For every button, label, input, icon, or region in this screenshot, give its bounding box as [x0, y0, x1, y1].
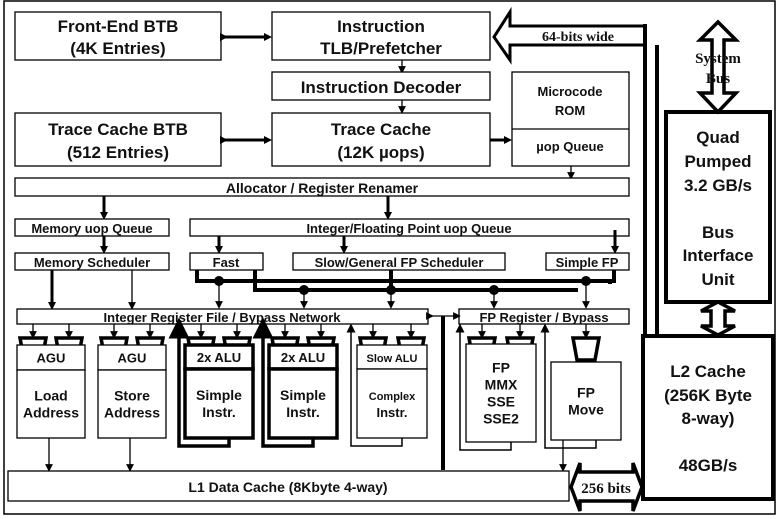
front-end-btb: Front-End BTB (4K Entries): [14, 11, 222, 61]
dispatch-bus: [195, 270, 616, 309]
biu-line3: 3.2 GB/s: [684, 176, 752, 195]
fetch-bus-label: 64-bits wide: [542, 30, 614, 45]
l2-line2: (256K Byte: [664, 386, 752, 405]
instruction-tlb-prefetcher: Instruction TLB/Prefetcher: [271, 11, 491, 61]
decoder-label: Instruction Decoder: [301, 78, 462, 97]
unit-bottom-label: Address: [23, 405, 79, 421]
integer-register-file: Integer Register File / Bypass Network: [16, 308, 429, 325]
unit-bottom-label: MMX: [485, 377, 518, 393]
trace-cache-line1: Trace Cache: [331, 120, 431, 139]
unit-bottom-label: SSE2: [483, 411, 519, 427]
trace-cache-line2: (12K µops): [337, 143, 424, 162]
l2-line1: L2 Cache: [670, 362, 746, 381]
execution-units: AGULoadAddressAGUStoreAddress2x ALUSimpl…: [16, 317, 622, 472]
trace-cache-btb: Trace Cache BTB (512 Entries): [14, 112, 222, 167]
l2-l1-bus-arrow: 256 bits: [569, 462, 644, 512]
unit-bottom-label: Address: [104, 405, 160, 421]
unit-bottom-label: Instr.: [202, 404, 235, 420]
trace-cache: Trace Cache (12K µops): [271, 112, 491, 167]
memory-scheduler: Memory Scheduler: [14, 252, 170, 271]
fetch-bus-arrow: 64-bits wide: [492, 6, 647, 65]
memory-uop-queue: Memory uop Queue: [14, 218, 170, 237]
execution-unit: AGU StoreAddress: [97, 324, 167, 472]
biu-line5: Bus: [702, 223, 734, 242]
unit-bottom-label: Instr.: [376, 405, 407, 420]
system-bus-line2: Bus: [706, 71, 730, 87]
int-fp-uop-queue-label: Integer/Floating Point uop Queue: [306, 221, 511, 236]
slow-general-fp-scheduler: Slow/General FP Scheduler: [292, 252, 506, 271]
execution-unit: 2x ALU SimpleInstr.: [168, 317, 255, 448]
front-end-btb-line1: Front-End BTB: [58, 17, 179, 36]
l2-line5: 48GB/s: [679, 456, 738, 475]
system-bus-arrow: System Bus: [695, 19, 741, 115]
tlb-line2: TLB/Prefetcher: [320, 39, 442, 58]
execution-unit: FPMMXSSESSE2: [455, 323, 537, 451]
tc-btb-line2: (512 Entries): [67, 143, 169, 162]
unit-bottom-label: Instr.: [286, 404, 319, 420]
tc-btb-line1: Trace Cache BTB: [48, 120, 188, 139]
system-bus-line1: System: [695, 51, 741, 67]
l1-cache-label: L1 Data Cache (8Kbyte 4-way): [188, 479, 387, 495]
execution-unit: FPMove: [540, 323, 622, 472]
memory-uop-queue-label: Memory uop Queue: [31, 221, 152, 236]
fast-scheduler-label: Fast: [213, 255, 240, 270]
issue-port: [570, 336, 602, 362]
fp-register-file: FP Register / Bypass: [458, 308, 630, 325]
unit-top-label: AGU: [37, 351, 66, 366]
microcode-line1: Microcode: [537, 84, 602, 99]
unit-top-label: 2x ALU: [281, 350, 325, 365]
uop-queue-label: µop Queue: [536, 139, 603, 154]
simple-fp-label: Simple FP: [556, 255, 619, 270]
l2-l1-bus-label: 256 bits: [581, 481, 631, 497]
unit-bottom-label: Move: [568, 402, 604, 418]
execution-unit: Slow ALU Complex Instr.: [346, 323, 428, 447]
unit-bottom-label: SSE: [487, 394, 515, 410]
unit-top-label: 2x ALU: [197, 350, 241, 365]
microcode-line2: ROM: [555, 103, 585, 118]
execution-unit: 2x ALU SimpleInstr.: [252, 317, 339, 448]
unit-bottom-label: Simple: [196, 387, 242, 403]
biu-line7: Unit: [701, 270, 734, 289]
instruction-decoder: Instruction Decoder: [271, 71, 491, 101]
unit-bottom-label: Simple: [280, 387, 326, 403]
front-end-btb-line2: (4K Entries): [70, 39, 165, 58]
unit-top-label: AGU: [118, 351, 147, 366]
simple-fp-scheduler: Simple FP: [545, 252, 630, 271]
microarchitecture-diagram: Front-End BTB (4K Entries) Instruction T…: [3, 0, 776, 515]
unit-bottom-label: FP: [492, 360, 510, 376]
unit-bottom-label: Store: [114, 388, 150, 404]
memory-scheduler-label: Memory Scheduler: [34, 255, 150, 270]
biu-line2: Pumped: [684, 152, 751, 171]
int-fp-uop-queue: Integer/Floating Point uop Queue: [189, 218, 630, 237]
biu-l2-arrow: [700, 300, 736, 337]
biu-line1: Quad: [696, 128, 739, 147]
unit-bottom-label: Load: [34, 388, 67, 404]
l1-data-cache: L1 Data Cache (8Kbyte 4-way): [7, 470, 570, 502]
unit-bottom-label: Complex: [369, 391, 416, 403]
allocator-label: Allocator / Register Renamer: [226, 180, 419, 196]
integer-rf-label: Integer Register File / Bypass Network: [104, 310, 342, 325]
l2-line3: 8-way): [682, 409, 735, 428]
fp-rf-label: FP Register / Bypass: [479, 310, 608, 325]
l2-cache: L2 Cache (256K Byte 8-way) 48GB/s: [641, 334, 775, 501]
bus-interface-unit: Quad Pumped 3.2 GB/s Bus Interface Unit: [664, 110, 772, 304]
biu-line6: Interface: [683, 246, 754, 265]
unit-top-label: Slow ALU: [367, 353, 418, 365]
execution-unit: AGU LoadAddress: [16, 324, 86, 472]
unit-bottom-label: FP: [577, 385, 595, 401]
tlb-line1: Instruction: [337, 17, 425, 36]
allocator-register-renamer: Allocator / Register Renamer: [14, 177, 630, 197]
microcode-rom: Microcode ROM µop Queue: [511, 71, 630, 167]
fast-scheduler: Fast: [189, 252, 264, 271]
slow-general-fp-label: Slow/General FP Scheduler: [315, 255, 484, 270]
